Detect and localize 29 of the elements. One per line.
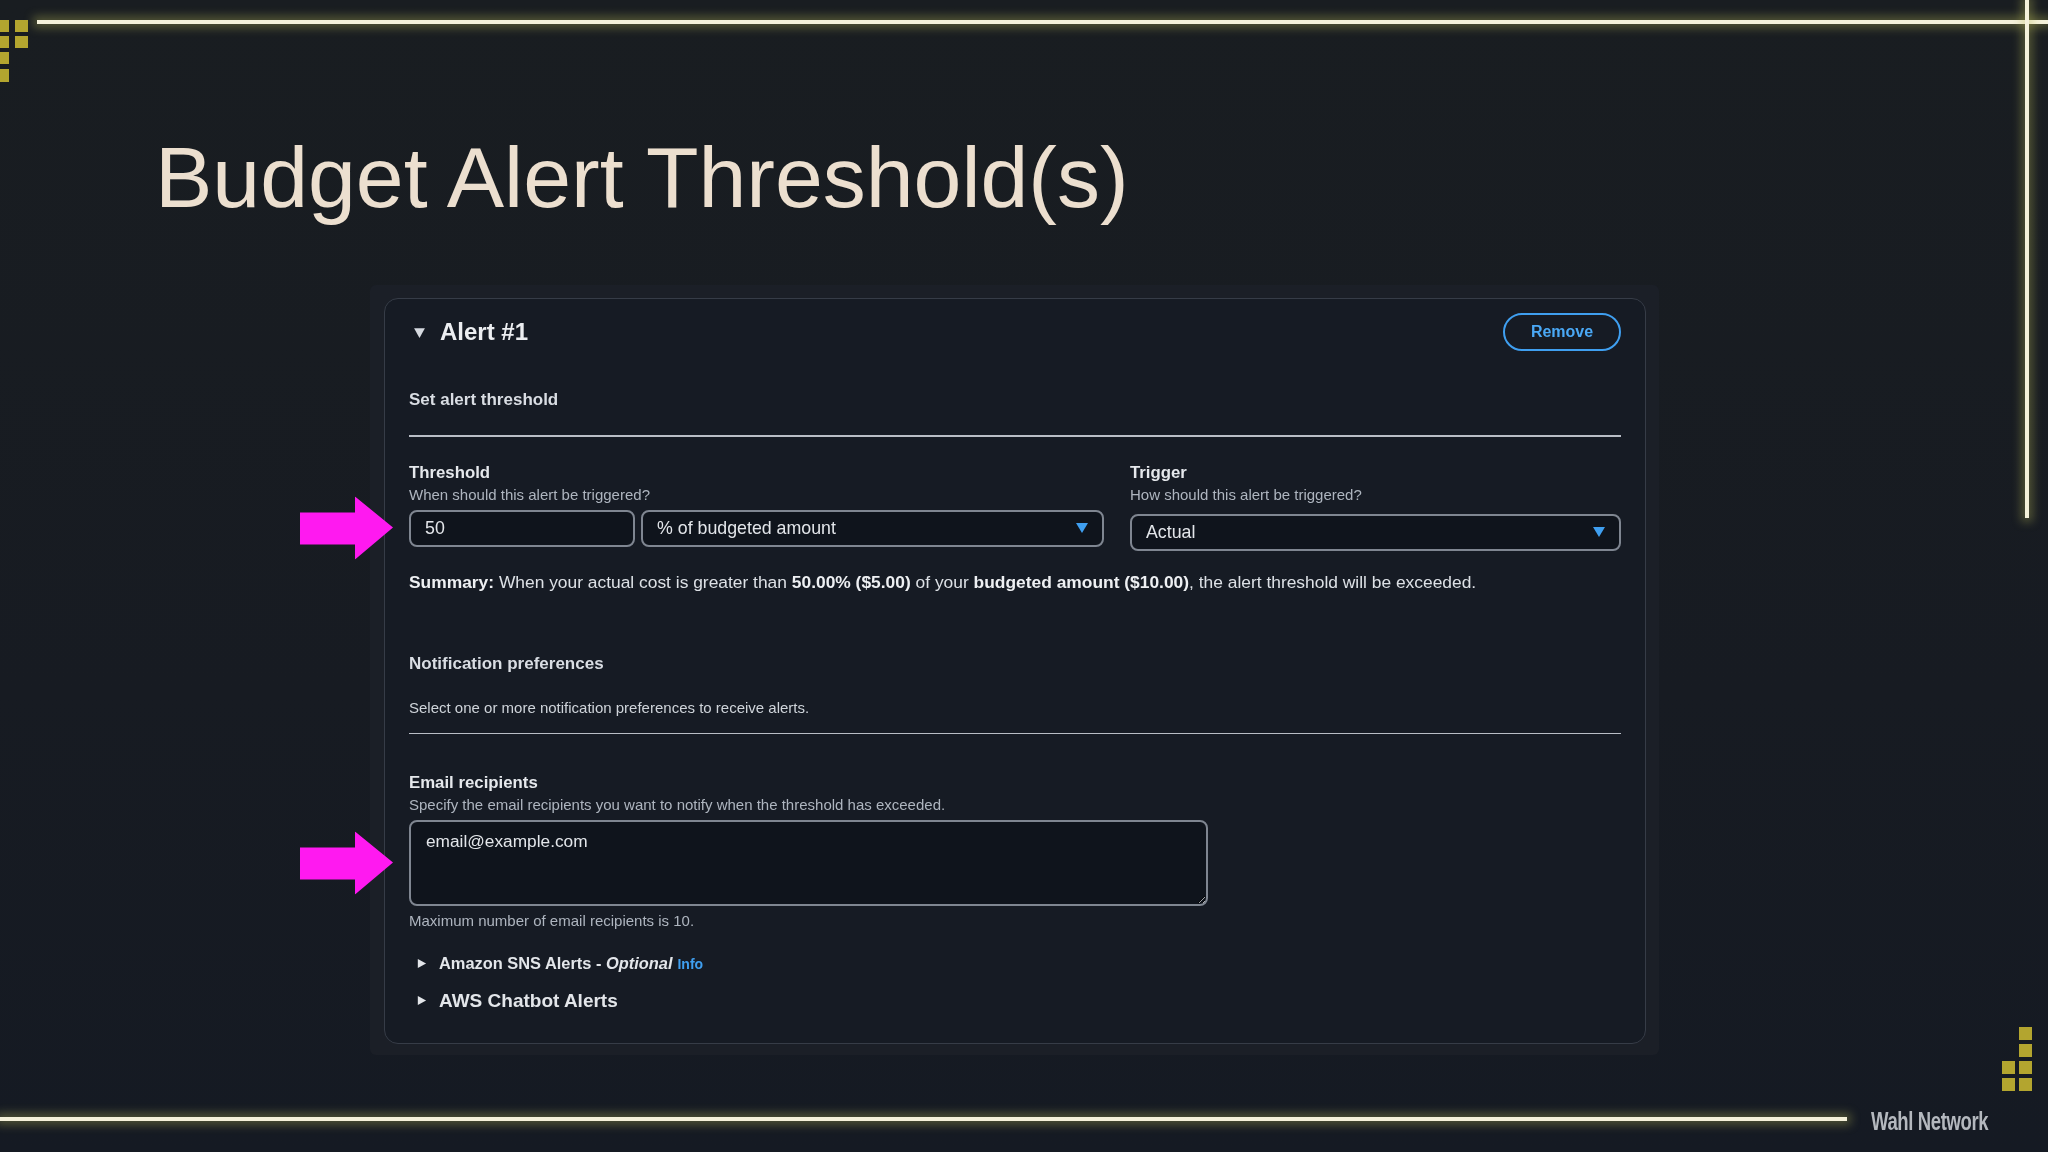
- field-description: When should this alert be triggered?: [409, 484, 650, 504]
- remove-button[interactable]: Remove: [1503, 313, 1621, 351]
- block-grid-icon: [0, 20, 28, 82]
- unit-select[interactable]: % of budgeted amount: [641, 509, 1104, 547]
- field-description: Specify the email recipients you want to notify when the threshold has exceeded.: [409, 795, 946, 814]
- field-label: Trigger: [1130, 461, 1187, 483]
- field-label: Email recipients: [409, 772, 538, 793]
- caret-icon[interactable]: [416, 995, 427, 1006]
- info-link[interactable]: Info: [677, 955, 704, 972]
- email-field[interactable]: email@example.com: [409, 820, 1208, 906]
- field-description: How should this alert be triggered?: [1130, 484, 1362, 504]
- caret-icon[interactable]: [416, 958, 427, 969]
- caret-icon: [1593, 527, 1605, 537]
- threshold-input[interactable]: 50: [409, 509, 635, 547]
- field-constraint: Maximum number of email recipients is 10.: [409, 911, 695, 930]
- field-label: Threshold: [409, 461, 491, 483]
- block-grid-icon: [2002, 1027, 2032, 1091]
- alert-title: Alert #1: [440, 318, 529, 346]
- summary-text: Summary: When your actual cost is greater than 50.00% ($5.00) of your budgeted amount ($10.00), the alert threshold will be exceeded.: [409, 570, 1477, 593]
- expander-label[interactable]: AWS Chatbot Alerts: [439, 989, 618, 1012]
- trigger-select[interactable]: Actual: [1130, 513, 1621, 551]
- slide-title: Budget Alert Threshold(s): [155, 128, 1129, 227]
- caret-icon: [1076, 523, 1088, 533]
- expander-label[interactable]: Amazon SNS Alerts - Optional: [439, 954, 673, 973]
- brand-name: Wahl Network: [1871, 1106, 1989, 1136]
- section-title: Set alert threshold: [409, 389, 559, 410]
- section-title: Notification preferences: [409, 652, 604, 674]
- caret-icon[interactable]: [413, 325, 426, 339]
- section-description: Select one or more notification preferences to receive alerts.: [409, 697, 810, 717]
